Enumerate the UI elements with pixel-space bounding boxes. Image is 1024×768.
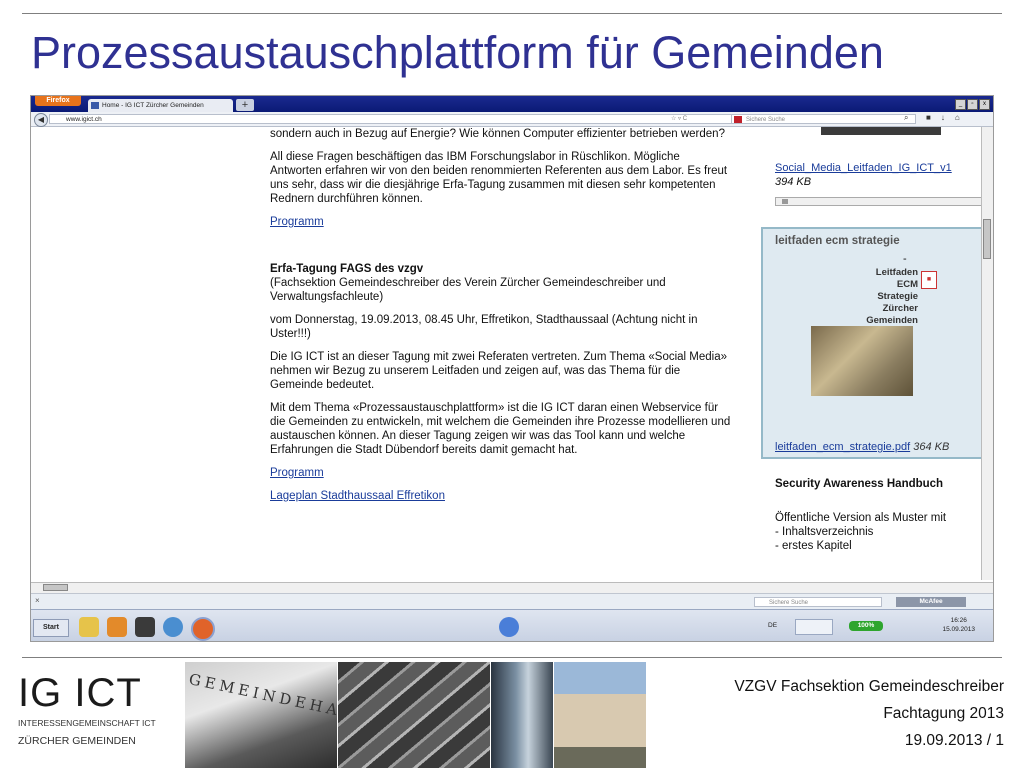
lageplan-link[interactable]: Lageplan Stadthaussaal Effretikon: [270, 490, 445, 502]
gemeindehaus-photo: GEMEINDEHAUS: [185, 662, 337, 768]
ecm-title: leitfaden ecm strategie: [775, 235, 900, 247]
footer-line: VZGV Fachsektion Gemeindeschreiber: [734, 678, 1004, 695]
url-controls[interactable]: ☆ ▿ C: [671, 114, 687, 124]
firefox-menu-button[interactable]: Firefox: [35, 96, 81, 106]
event-subtitle: (Fachsektion Gemeindeschreiber des Verei…: [270, 277, 666, 303]
ecm-line: ECM: [896, 279, 918, 290]
event-title: Erfa-Tagung FAGS des vzgv: [270, 263, 424, 275]
logo: IG ICT: [18, 671, 142, 715]
vertical-scrollbar[interactable]: [981, 127, 993, 580]
firefox-icon[interactable]: [191, 617, 215, 641]
ecm-box: leitfaden ecm strategie - Leitfaden ECM …: [761, 227, 982, 459]
window-controls: _ ▫ x: [955, 99, 990, 110]
paragraph: sondern auch in Bezug auf Energie? Wie k…: [270, 128, 725, 140]
social-media-link[interactable]: Social_Media_Leitfaden_IG_ICT_v1: [775, 162, 952, 174]
footer-line: Fachtagung 2013: [883, 705, 1004, 722]
battery-indicator[interactable]: 100%: [849, 621, 883, 631]
tab-home[interactable]: Home - IG ICT Zürcher Gemeinden: [88, 99, 233, 112]
explorer-icon[interactable]: [79, 617, 99, 637]
navigation-bar: ◀ www.igict.ch ☆ ▿ C Sichere Suche ⌕ ■ ↓…: [31, 112, 993, 127]
footer-info: VZGV Fachsektion Gemeindeschreiber Facht…: [734, 673, 1004, 754]
clock-time: 16:26: [950, 617, 967, 624]
file-size: 364 KB: [913, 441, 950, 453]
new-tab-button[interactable]: +: [236, 99, 254, 111]
home-icon[interactable]: ⌂: [955, 113, 960, 122]
horizontal-scrollbar[interactable]: [31, 582, 993, 593]
bottom-rule: [22, 657, 1002, 658]
media-player-icon[interactable]: [107, 617, 127, 637]
web-search-input[interactable]: Sichere Suche: [731, 114, 916, 124]
programm-link[interactable]: Programm: [270, 467, 324, 479]
security-line: Öffentliche Version als Muster mit: [775, 512, 947, 524]
shield-icon: [734, 116, 742, 123]
photo-text: GEMEINDEHAUS: [187, 670, 337, 727]
title-bar: Firefox Home - IG ICT Zürcher Gemeinden …: [31, 96, 993, 112]
top-rule: [22, 13, 1002, 14]
status-search-input[interactable]: Sichere Suche: [754, 597, 882, 607]
search-icon[interactable]: ⌕: [904, 113, 908, 123]
search-placeholder: Sichere Suche: [769, 600, 809, 606]
bookmarks-icon[interactable]: ■: [926, 113, 931, 122]
building-photo: [491, 662, 553, 768]
back-arrow-icon[interactable]: ◀: [34, 113, 48, 127]
scroll-thumb[interactable]: [43, 584, 68, 591]
close-icon[interactable]: x: [979, 99, 990, 110]
keyboard-photo: [338, 662, 490, 768]
ecm-line: Zürcher: [882, 303, 918, 314]
ecm-cover-text: Leitfaden ECM Strategie Zürcher Gemeinde…: [818, 267, 918, 327]
inner-scrollbar[interactable]: [775, 197, 982, 206]
maximize-icon[interactable]: ▫: [967, 99, 978, 110]
ecm-download: leitfaden_ecm_strategie.pdf 364 KB: [775, 441, 949, 453]
logo-subtitle: INTERESSENGEMEINSCHAFT ICT: [18, 718, 156, 728]
file-size: 394 KB: [775, 176, 812, 188]
logo-subtitle: ZÜRCHER GEMEINDEN: [18, 735, 136, 747]
ecm-dash: -: [903, 253, 907, 265]
search-placeholder: Sichere Suche: [746, 117, 786, 123]
slide-title: Prozessaustauschplattform für Gemeinden: [31, 27, 884, 78]
footer-line: 19.09.2013 / 1: [904, 732, 1004, 749]
inner-scroll-thumb[interactable]: [782, 199, 788, 204]
scroll-thumb[interactable]: [983, 219, 991, 259]
status-bar: × Sichere Suche McAfee: [31, 593, 993, 610]
tab-title: Home - IG ICT Zürcher Gemeinden: [102, 102, 204, 109]
ecm-line: Strategie: [877, 291, 918, 302]
security-description: Öffentliche Version als Muster mit - Inh…: [775, 511, 946, 553]
favicon-icon: [91, 102, 99, 109]
messenger-icon[interactable]: [499, 617, 519, 637]
townhall-photo: [554, 662, 646, 768]
clock[interactable]: 16:26 15.09.2013: [942, 616, 975, 634]
browser-screenshot: Firefox Home - IG ICT Zürcher Gemeinden …: [30, 95, 994, 642]
download-icon[interactable]: ↓: [941, 113, 945, 122]
paragraph: vom Donnerstag, 19.09.2013, 08.45 Uhr, E…: [270, 314, 698, 340]
close-icon[interactable]: ×: [35, 596, 40, 605]
security-line: - Inhaltsverzeichnis: [775, 526, 874, 538]
programm-link[interactable]: Programm: [270, 216, 324, 228]
ecm-pdf-link[interactable]: leitfaden_ecm_strategie.pdf: [775, 441, 910, 453]
sidebar-image: [821, 127, 941, 135]
page-content: sondern auch in Bezug auf Energie? Wie k…: [31, 127, 982, 585]
toolbar-icons: ■ ↓ ⌂: [926, 113, 960, 122]
minimize-icon[interactable]: _: [955, 99, 966, 110]
url-bar[interactable]: www.igict.ch: [49, 114, 739, 124]
start-button[interactable]: Start: [33, 619, 69, 637]
main-column: sondern auch in Bezug auf Energie? Wie k…: [270, 127, 732, 512]
language-indicator[interactable]: DE: [768, 622, 777, 629]
security-line: - erstes Kapitel: [775, 540, 852, 552]
paragraph: Die IG ICT ist an dieser Tagung mit zwei…: [270, 351, 728, 391]
mcafee-button[interactable]: McAfee: [896, 597, 966, 607]
pdf-icon[interactable]: ■: [921, 271, 937, 289]
signal-icon[interactable]: [795, 619, 833, 635]
ie-icon[interactable]: [163, 617, 183, 637]
ecm-line: Leitfaden: [875, 267, 918, 278]
paragraph: Mit dem Thema «Prozessaustauschplattform…: [270, 402, 731, 456]
clock-date: 15.09.2013: [942, 626, 975, 633]
ecm-photo: [811, 326, 913, 396]
paragraph: All diese Fragen beschäftigen das IBM Fo…: [270, 151, 728, 205]
security-title: Security Awareness Handbuch: [775, 478, 944, 490]
app-icon[interactable]: [135, 617, 155, 637]
taskbar: Start DE 100% 16:26 15.09.2013: [31, 609, 993, 641]
